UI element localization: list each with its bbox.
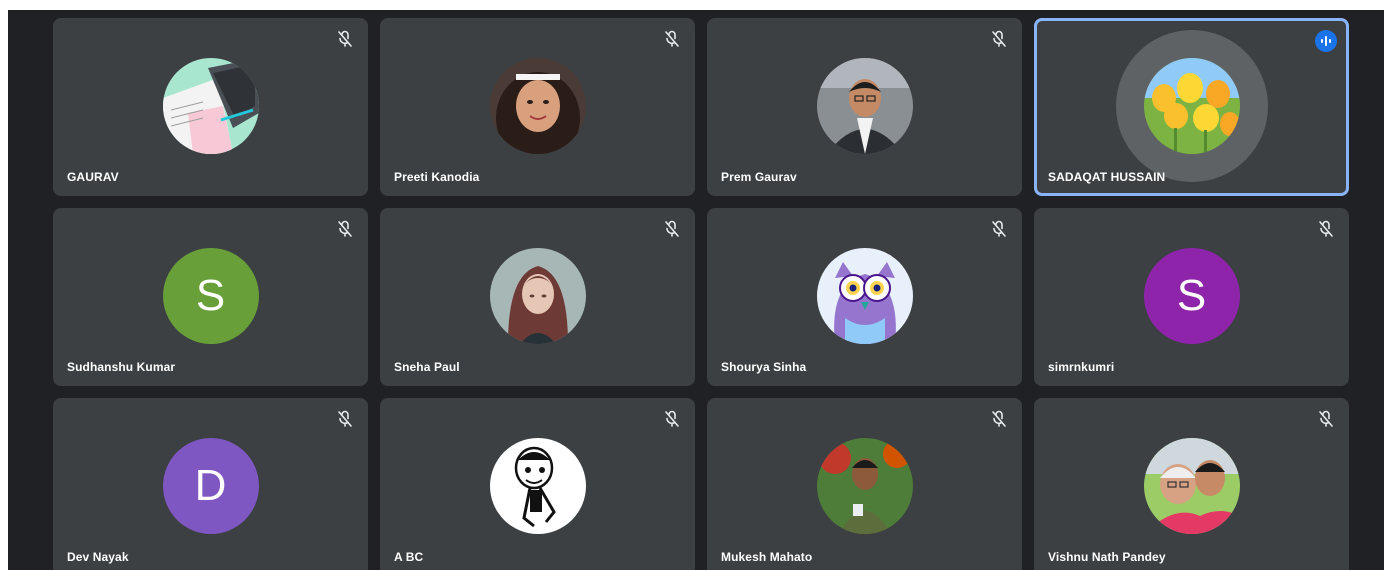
avatar — [1143, 58, 1240, 154]
participant-name: Dev Nayak — [67, 550, 129, 564]
mic-off-icon — [663, 30, 681, 48]
avatar — [489, 58, 586, 154]
avatar-initial: D — [162, 438, 259, 534]
mic-off-icon — [663, 410, 681, 428]
avatar-initial: S — [162, 248, 259, 344]
participant-name: Sneha Paul — [394, 360, 460, 374]
mic-off-icon — [990, 220, 1008, 238]
avatar — [489, 248, 586, 344]
participant-name: Shourya Sinha — [721, 360, 807, 374]
avatar — [162, 58, 259, 154]
participant-tile[interactable]: A BC — [380, 398, 695, 570]
participant-tile[interactable]: Vishnu Nath Pandey — [1034, 398, 1349, 570]
participant-name: simrnkumri — [1048, 360, 1115, 374]
participant-tile-active-speaker[interactable]: SADAQAT HUSSAIN — [1034, 18, 1349, 196]
participant-tile[interactable]: Prem Gaurav — [707, 18, 1022, 196]
participant-name: Prem Gaurav — [721, 170, 797, 184]
participant-tile[interactable]: S simrnkumri — [1034, 208, 1349, 386]
participant-name: SADAQAT HUSSAIN — [1048, 170, 1166, 184]
mic-off-icon — [990, 30, 1008, 48]
speaking-indicator-icon — [1315, 30, 1337, 52]
mic-off-icon — [663, 220, 681, 238]
avatar — [816, 58, 913, 154]
participant-tile[interactable]: D Dev Nayak — [53, 398, 368, 570]
participant-tile[interactable]: GAURAV — [53, 18, 368, 196]
avatar — [1143, 438, 1240, 534]
mic-off-icon — [990, 410, 1008, 428]
mic-off-icon — [1317, 220, 1335, 238]
avatar — [816, 248, 913, 344]
meeting-stage: GAURAV Preeti Kanodia Prem Gaurav SADAQA… — [8, 10, 1384, 570]
participant-tile[interactable]: Mukesh Mahato — [707, 398, 1022, 570]
mic-off-icon — [336, 220, 354, 238]
mic-off-icon — [336, 30, 354, 48]
participant-name: Sudhanshu Kumar — [67, 360, 176, 374]
participant-name: A BC — [394, 550, 424, 564]
participant-name: GAURAV — [67, 170, 119, 184]
participant-tile[interactable]: Preeti Kanodia — [380, 18, 695, 196]
participant-grid: GAURAV Preeti Kanodia Prem Gaurav SADAQA… — [53, 18, 1349, 570]
avatar — [816, 438, 913, 534]
participant-name: Preeti Kanodia — [394, 170, 480, 184]
participant-tile[interactable]: Sneha Paul — [380, 208, 695, 386]
avatar — [489, 438, 586, 534]
participant-name: Mukesh Mahato — [721, 550, 813, 564]
mic-off-icon — [336, 410, 354, 428]
participant-tile[interactable]: Shourya Sinha — [707, 208, 1022, 386]
mic-off-icon — [1317, 410, 1335, 428]
participant-tile[interactable]: S Sudhanshu Kumar — [53, 208, 368, 386]
avatar-initial: S — [1143, 248, 1240, 344]
participant-name: Vishnu Nath Pandey — [1048, 550, 1166, 564]
